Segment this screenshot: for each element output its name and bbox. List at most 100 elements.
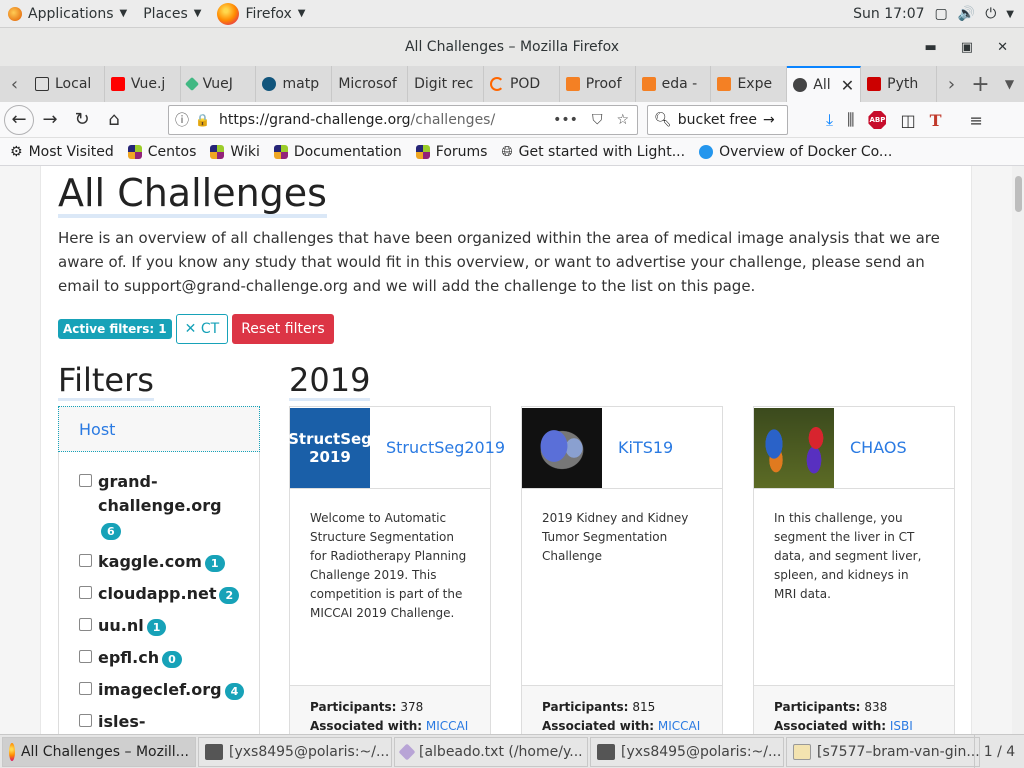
host-checkbox[interactable] <box>79 714 92 727</box>
challenge-name-link[interactable]: CHAOS <box>834 438 907 457</box>
year-heading: 2019 <box>289 361 371 401</box>
text-extension-icon[interactable]: T <box>930 111 942 130</box>
minimize-icon[interactable]: ▬ <box>925 40 937 55</box>
list-tabs-icon[interactable]: ▼ <box>995 66 1024 102</box>
back-icon[interactable]: ← <box>4 104 34 135</box>
taskbar-item-terminal[interactable]: [yxs8495@polaris:~/... <box>198 736 392 767</box>
clock[interactable]: Sun 17:07 <box>853 6 924 22</box>
lock-icon[interactable]: 🔒 <box>195 113 211 127</box>
active-filters-badge: Active filters: 1 <box>58 319 172 339</box>
taskbar-item-firefox[interactable]: All Challenges – Mozill... <box>2 736 196 767</box>
remove-ct-filter-button[interactable]: ✕ CT <box>175 314 229 344</box>
firefox-icon <box>217 2 240 25</box>
host-filter-item[interactable]: uu.nl 1 <box>79 614 259 638</box>
card-header[interactable]: KiTS19 <box>522 407 722 489</box>
bookmark-centos[interactable]: Centos <box>127 144 196 160</box>
tab[interactable]: eda - <box>636 66 712 102</box>
maximize-icon[interactable]: ▣ <box>961 40 973 55</box>
tab[interactable]: Proof <box>560 66 636 102</box>
structseg-logo[interactable]: StructSeg 2019 <box>288 407 372 488</box>
tabs-scroll-left-icon[interactable]: ‹ <box>0 66 29 102</box>
tab[interactable]: Pyth <box>861 66 937 102</box>
forward-icon[interactable]: → <box>34 104 66 136</box>
host-filter-toggle[interactable]: Host <box>58 406 260 452</box>
sidebar-icon[interactable]: ◫ <box>900 111 915 130</box>
screen-icon[interactable]: ▢ <box>935 6 948 22</box>
page-scrollbar[interactable] <box>1012 166 1024 734</box>
library-icon[interactable]: ⫼ <box>847 110 854 130</box>
bookmark-star-icon[interactable]: ☆ <box>616 112 629 128</box>
host-checkbox[interactable] <box>79 554 92 567</box>
tab[interactable]: Local <box>29 66 105 102</box>
host-filter-item[interactable]: cloudapp.net 2 <box>79 582 259 606</box>
taskbar-item-document[interactable]: [s7577–bram-van-gin... <box>786 736 980 767</box>
host-checkbox[interactable] <box>79 618 92 631</box>
kits-ct-image[interactable] <box>522 407 602 488</box>
bookmark-documentation[interactable]: Documentation <box>273 144 402 160</box>
challenge-name-link[interactable]: KiTS19 <box>602 438 673 457</box>
bookmark-get-started[interactable]: 🌐︎ Get started with Light... <box>501 144 685 160</box>
close-window-icon[interactable]: ✕ <box>997 40 1008 55</box>
host-checkbox[interactable] <box>79 650 92 663</box>
tab-label: Expe <box>737 76 773 92</box>
host-filter-item[interactable]: isles-challenge.org1 <box>79 710 259 734</box>
url-bar[interactable]: ⓘ 🔒 https://grand-challenge.org/challeng… <box>168 105 638 135</box>
associated-link[interactable]: MICCAI <box>658 719 700 733</box>
tab[interactable]: matp <box>256 66 333 102</box>
associated-link[interactable]: MICCAI <box>426 719 468 733</box>
hamburger-menu-icon[interactable]: ≡ <box>969 111 982 130</box>
applications-menu[interactable]: Applications ▼ <box>0 0 135 28</box>
bookmark-most-visited[interactable]: ⚙ Most Visited <box>10 144 114 160</box>
tab[interactable]: POD <box>484 66 560 102</box>
host-filter-item[interactable]: imageclef.org 4 <box>79 678 259 702</box>
bookmark-forums[interactable]: Forums <box>415 144 487 160</box>
tab[interactable]: Expe <box>711 66 788 102</box>
downloads-icon[interactable]: ⤓ <box>826 110 833 130</box>
card-header[interactable]: StructSeg 2019 StructSeg2019 <box>288 407 505 489</box>
url-text[interactable]: https://grand-challenge.org/challenges/ <box>211 112 495 128</box>
host-checkbox[interactable] <box>79 586 92 599</box>
taskbar-label: All Challenges – Mozill... <box>20 743 189 760</box>
close-tab-icon[interactable]: ✕ <box>841 76 854 95</box>
tab[interactable]: Microsof <box>332 66 409 102</box>
tab-active[interactable]: All ✕ <box>787 66 862 102</box>
search-input[interactable]: 🔍︎ bucket free → <box>647 105 788 135</box>
host-checkbox[interactable] <box>79 682 92 695</box>
tab[interactable]: Digit rec <box>408 66 484 102</box>
taskbar-item-terminal[interactable]: [yxs8495@polaris:~/... <box>590 736 784 767</box>
volume-icon[interactable]: 🔊 <box>958 6 975 22</box>
chaos-3d-image[interactable] <box>754 407 834 488</box>
host-filter-item[interactable]: grand-challenge.org 6 <box>79 470 259 542</box>
app-menu[interactable]: Firefox ▼ <box>209 0 313 28</box>
search-go-icon[interactable]: → <box>763 112 775 128</box>
power-icon[interactable]: ⏻ <box>985 6 996 22</box>
pocket-icon[interactable]: ⛉ <box>592 112 603 128</box>
tabs-scroll-right-icon[interactable]: › <box>937 66 966 102</box>
host-filter-item[interactable]: kaggle.com 1 <box>79 550 259 574</box>
taskbar-item-editor[interactable]: [albeado.txt (/home/y... <box>394 736 588 767</box>
tab[interactable]: VueJ <box>181 66 257 102</box>
places-menu[interactable]: Places ▼ <box>135 0 209 28</box>
adblock-icon[interactable]: ABP <box>868 111 887 129</box>
page-content: All Challenges Here is an overview of al… <box>40 166 972 734</box>
host-filter-item[interactable]: epfl.ch 0 <box>79 646 259 670</box>
home-icon[interactable]: ⌂ <box>98 104 130 136</box>
associated-link[interactable]: ISBI <box>890 719 913 733</box>
challenge-name-link[interactable]: StructSeg2019 <box>370 438 505 457</box>
card-header[interactable]: CHAOS <box>754 407 954 489</box>
reset-filters-button[interactable]: Reset filters <box>232 314 334 344</box>
host-checkbox[interactable] <box>79 474 92 487</box>
bookmark-docker[interactable]: Overview of Docker Co... <box>699 144 892 160</box>
workspace-pager[interactable]: 1 / 4 <box>974 735 1024 768</box>
page-actions-icon[interactable]: ••• <box>553 112 578 128</box>
info-icon[interactable]: ⓘ <box>169 110 195 130</box>
bookmark-wiki[interactable]: Wiki <box>210 144 260 160</box>
scrollbar-thumb[interactable] <box>1015 176 1022 212</box>
caret-down-icon[interactable]: ▼ <box>1006 9 1014 20</box>
new-tab-icon[interactable]: + <box>966 66 995 102</box>
tab[interactable]: Vue.j <box>105 66 181 102</box>
matplotlib-icon <box>262 77 277 91</box>
close-icon: ✕ <box>184 321 201 337</box>
reload-icon[interactable]: ↻ <box>66 104 98 136</box>
window-titlebar[interactable]: All Challenges – Mozilla Firefox ▬ ▣ ✕ <box>0 28 1024 66</box>
